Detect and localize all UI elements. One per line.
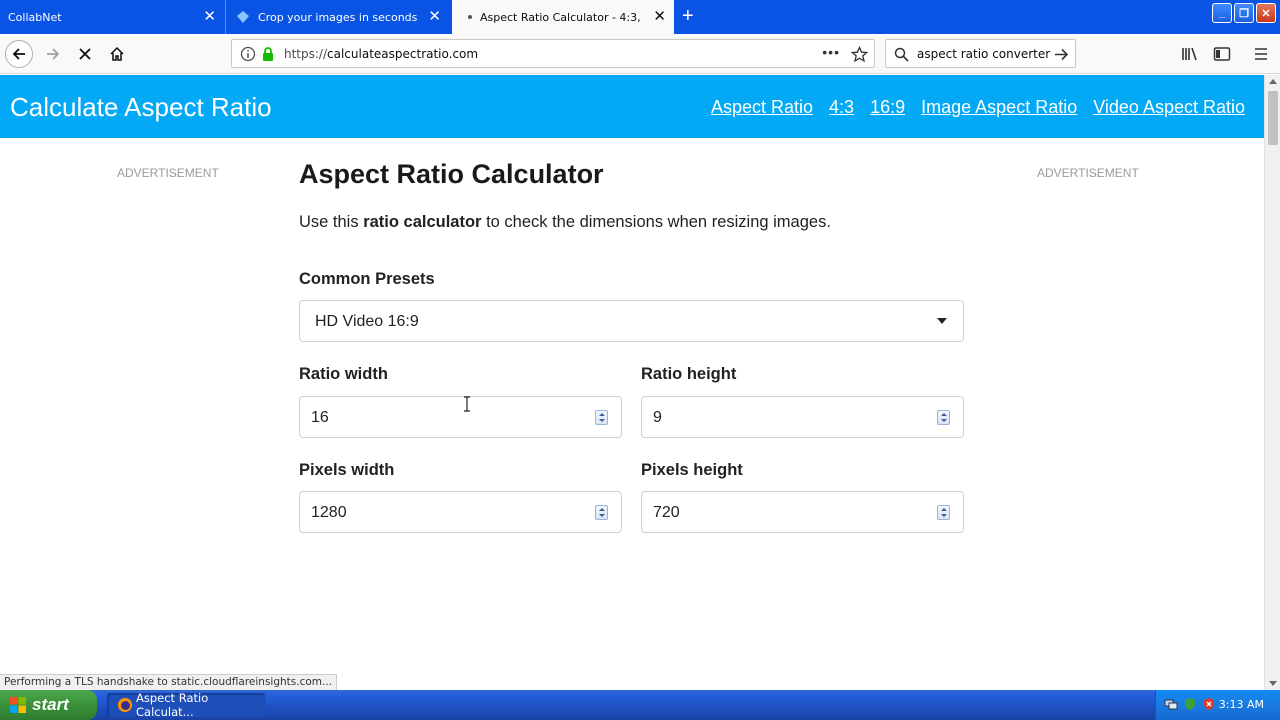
ratio-height-label: Ratio height: [641, 365, 737, 383]
pixels-height-input[interactable]: 720: [641, 491, 964, 533]
search-icon: [894, 47, 909, 62]
restore-button[interactable]: ❐: [1234, 3, 1254, 23]
url-text: https://calculateaspectratio.com: [284, 47, 478, 61]
home-button[interactable]: [103, 40, 131, 68]
menu-button[interactable]: [1251, 44, 1271, 64]
pixels-width-label: Pixels width: [299, 461, 395, 479]
url-host: calculateaspectratio.com: [327, 47, 479, 61]
spinner-arrows-icon[interactable]: [937, 410, 950, 425]
common-presets-select[interactable]: HD Video 16:9: [299, 300, 964, 342]
start-label: start: [32, 695, 69, 714]
taskbar-item-label: Aspect Ratio Calculat...: [136, 691, 209, 719]
search-bar[interactable]: aspect ratio converter: [885, 39, 1076, 68]
scrollbar-thumb[interactable]: [1268, 91, 1278, 145]
window-controls: _ ❐ ✕: [1212, 3, 1276, 23]
nav-link-4-3[interactable]: 4:3: [829, 97, 854, 118]
page-title: Aspect Ratio Calculator: [299, 159, 604, 189]
site-title-link[interactable]: Calculate Aspect Ratio: [10, 92, 272, 123]
ratio-width-value: 16: [311, 409, 329, 426]
ratio-width-input[interactable]: 16: [299, 396, 622, 438]
close-icon[interactable]: ✕: [428, 9, 441, 24]
stop-button[interactable]: [71, 40, 99, 68]
pixels-width-input[interactable]: 1280: [299, 491, 622, 533]
spinner-arrows-icon[interactable]: [595, 505, 608, 520]
forward-button[interactable]: [39, 40, 67, 68]
antivirus-shield-icon[interactable]: [1202, 697, 1216, 711]
loading-dot-icon: [468, 15, 472, 19]
spinner-arrows-icon[interactable]: [937, 505, 950, 520]
advertisement-label-left: ADVERTISEMENT: [117, 166, 219, 180]
pixels-height-label: Pixels height: [641, 461, 743, 479]
search-go-arrow-icon[interactable]: [1054, 47, 1069, 62]
url-bar[interactable]: https://calculateaspectratio.com •••: [231, 39, 875, 68]
site-nav: Aspect Ratio 4:3 16:9 Image Aspect Ratio…: [711, 97, 1245, 118]
browser-navbar: https://calculateaspectratio.com ••• asp…: [0, 34, 1280, 74]
browser-tab-strip: CollabNet ✕ Crop your images in seconds …: [0, 0, 1280, 34]
sidebar-icon: [1213, 47, 1231, 61]
lock-icon[interactable]: [261, 46, 275, 62]
new-tab-plus-icon[interactable]: +: [682, 6, 694, 26]
text-cursor-icon: [464, 396, 470, 412]
windows-flag-icon: [10, 697, 26, 713]
pixels-height-value: 720: [653, 504, 680, 521]
info-icon[interactable]: [240, 46, 256, 62]
arrow-right-icon: [47, 48, 60, 60]
diamond-icon: [237, 11, 249, 23]
status-bar: Performing a TLS handshake to static.clo…: [0, 674, 338, 690]
vertical-scrollbar[interactable]: [1264, 75, 1280, 690]
site-header: Calculate Aspect Ratio Aspect Ratio 4:3 …: [0, 75, 1264, 138]
clock[interactable]: 3:13 AM: [1219, 698, 1264, 711]
page-viewport: Calculate Aspect Ratio Aspect Ratio 4:3 …: [0, 75, 1264, 690]
nav-link-aspect-ratio[interactable]: Aspect Ratio: [711, 97, 813, 118]
close-window-button[interactable]: ✕: [1256, 3, 1276, 23]
intro-text-start: Use this: [299, 213, 364, 231]
scroll-up-icon[interactable]: [1269, 79, 1277, 84]
pixels-width-value: 1280: [311, 504, 347, 521]
ratio-height-value: 9: [653, 409, 662, 426]
tab-crop-images[interactable]: Crop your images in seconds for f ✕: [225, 0, 449, 34]
close-icon[interactable]: ✕: [203, 9, 216, 24]
taskbar: start Aspect Ratio Calculat... 3:13 AM: [0, 690, 1280, 720]
chevron-down-icon: [937, 318, 947, 324]
minimize-button[interactable]: _: [1212, 3, 1232, 23]
network-icon[interactable]: [1164, 697, 1178, 711]
back-button[interactable]: [5, 40, 33, 68]
common-presets-label: Common Presets: [299, 270, 435, 288]
tab-title: CollabNet: [8, 10, 62, 24]
intro-text-bold: ratio calculator: [363, 213, 482, 231]
nav-link-video-aspect-ratio[interactable]: Video Aspect Ratio: [1093, 97, 1245, 118]
arrow-left-icon: [12, 48, 25, 60]
bookmark-star-icon[interactable]: [851, 46, 868, 63]
advertisement-label-right: ADVERTISEMENT: [1037, 166, 1139, 180]
sidebar-button[interactable]: [1212, 44, 1232, 64]
home-icon: [110, 46, 124, 61]
page-actions-more-icon[interactable]: •••: [822, 44, 840, 60]
ratio-height-input[interactable]: 9: [641, 396, 964, 438]
nav-link-image-aspect-ratio[interactable]: Image Aspect Ratio: [921, 97, 1077, 118]
spinner-arrows-icon[interactable]: [595, 410, 608, 425]
scroll-down-icon[interactable]: [1269, 681, 1277, 686]
library-button[interactable]: [1180, 44, 1200, 64]
tab-collabnet[interactable]: CollabNet ✕: [0, 0, 224, 34]
preset-selected-value: HD Video 16:9: [315, 313, 419, 330]
nav-link-16-9[interactable]: 16:9: [870, 97, 905, 118]
tab-aspect-ratio-calculator[interactable]: Aspect Ratio Calculator - 4:3, 16: ✕: [452, 0, 674, 34]
taskbar-item-firefox[interactable]: Aspect Ratio Calculat...: [107, 691, 265, 719]
start-button[interactable]: start: [0, 690, 97, 720]
firefox-icon: [118, 698, 132, 712]
library-icon: [1182, 47, 1197, 61]
url-scheme: https://: [284, 47, 328, 61]
search-input[interactable]: aspect ratio converter: [917, 47, 1050, 61]
tab-title: Crop your images in seconds for f: [258, 10, 418, 24]
security-shield-icon[interactable]: [1183, 697, 1197, 711]
tab-title: Aspect Ratio Calculator - 4:3, 16:: [480, 10, 642, 24]
hamburger-menu-icon: [1255, 48, 1267, 60]
close-icon[interactable]: ✕: [653, 9, 666, 24]
stop-x-icon: [79, 48, 91, 60]
system-tray: 3:13 AM: [1155, 690, 1280, 720]
intro-text-end: to check the dimensions when resizing im…: [481, 213, 831, 231]
ratio-width-label: Ratio width: [299, 365, 388, 383]
intro-text: Use this ratio calculator to check the d…: [299, 213, 831, 232]
